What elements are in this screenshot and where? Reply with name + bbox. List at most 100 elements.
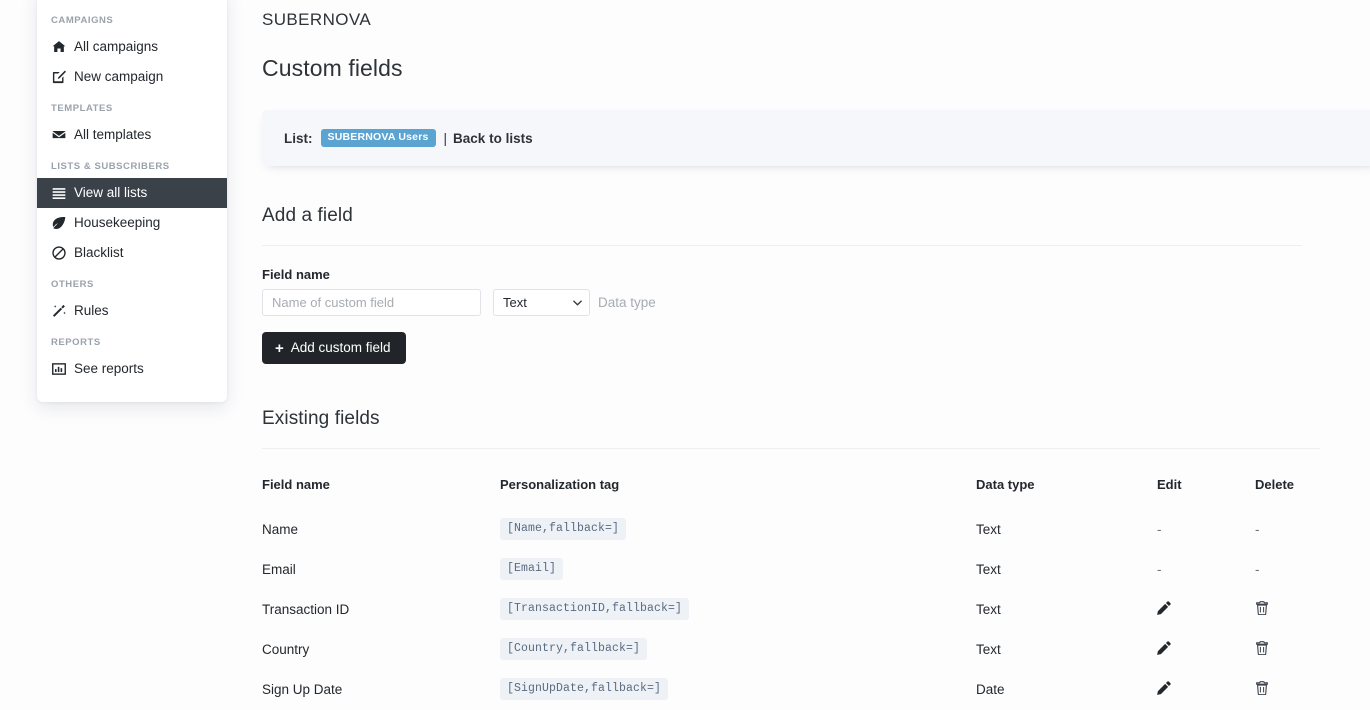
- sidebar-item-new-campaign[interactable]: New campaign: [37, 62, 227, 92]
- magic-wand-icon: [51, 304, 66, 318]
- pencil-icon: [1157, 640, 1171, 655]
- list-info-bar: List: SUBERNOVA Users | Back to lists: [262, 110, 1370, 166]
- leaf-icon: [51, 216, 66, 230]
- cell-personalization-tag: [Email]: [500, 549, 976, 589]
- cell-delete: -: [1255, 549, 1320, 589]
- add-custom-field-label: Add custom field: [290, 340, 391, 355]
- cell-field-name: Email: [262, 561, 296, 577]
- list-label: List:: [284, 130, 313, 146]
- edit-field-button[interactable]: [1157, 600, 1171, 615]
- cell-personalization-tag: [SignUpDate,fallback=]: [500, 669, 976, 709]
- cell-data-type: Date: [976, 681, 1005, 697]
- cell-field-name: Country: [262, 641, 310, 657]
- add-field-section: Add a field Field name TextDateNumber Da…: [262, 205, 1302, 364]
- edit-field-button[interactable]: [1157, 640, 1171, 655]
- edit-placeholder: -: [1157, 521, 1162, 537]
- cell-personalization-tag: [Country,fallback=]: [500, 629, 976, 669]
- table-row: Sign Up Date [SignUpDate,fallback=] Date: [262, 669, 1320, 709]
- add-field-form-row: TextDateNumber Data type: [262, 289, 1302, 316]
- list-icon: [51, 186, 66, 200]
- sidebar-item-label: All templates: [74, 127, 152, 142]
- cell-delete: -: [1255, 509, 1320, 549]
- cell-personalization-tag: [Name,fallback=]: [500, 509, 976, 549]
- envelope-icon: [51, 128, 66, 142]
- cell-field-name: Sign Up Date: [262, 681, 343, 697]
- app-title: SUBERNOVA: [262, 10, 372, 29]
- column-header-delete: Delete: [1255, 477, 1295, 492]
- cell-personalization-tag: [TransactionID,fallback=]: [500, 589, 976, 629]
- list-badge[interactable]: SUBERNOVA Users: [320, 129, 436, 147]
- sidebar-item-view-all-lists[interactable]: View all lists: [37, 178, 227, 208]
- cell-delete: [1255, 589, 1320, 629]
- personalization-tag-chip[interactable]: [Country,fallback=]: [500, 638, 648, 660]
- sidebar-section-title: OTHERS: [51, 279, 94, 290]
- cell-edit: [1157, 589, 1255, 629]
- delete-field-button[interactable]: [1255, 680, 1269, 695]
- column-header-data-type: Data type: [976, 477, 1035, 492]
- delete-field-button[interactable]: [1255, 600, 1269, 615]
- add-field-divider: [262, 245, 1302, 246]
- column-header-edit: Edit: [1157, 477, 1182, 492]
- cell-delete: [1255, 629, 1320, 669]
- sidebar-item-housekeeping[interactable]: Housekeeping: [37, 208, 227, 238]
- back-to-lists-link[interactable]: Back to lists: [453, 131, 533, 146]
- cell-delete: [1255, 669, 1320, 709]
- cell-data-type: Text: [976, 601, 1001, 617]
- personalization-tag-chip[interactable]: [SignUpDate,fallback=]: [500, 678, 669, 700]
- delete-field-button[interactable]: [1255, 640, 1269, 655]
- sidebar-item-label: View all lists: [74, 185, 148, 200]
- trash-icon: [1255, 680, 1269, 695]
- plus-icon: +: [275, 339, 284, 357]
- table-row: Name [Name,fallback=] Text - -: [262, 509, 1320, 549]
- sidebar-section-title: LISTS & SUBSCRIBERS: [51, 161, 170, 172]
- sidebar-section-title: CAMPAIGNS: [51, 15, 114, 26]
- data-type-select-wrap: TextDateNumber: [493, 289, 590, 316]
- sidebar-item-label: All campaigns: [74, 39, 159, 54]
- sidebar: CAMPAIGNS All campaigns New campaign TEMPLA…: [37, 0, 227, 402]
- trash-icon: [1255, 640, 1269, 655]
- home-icon: [51, 40, 66, 54]
- main-content: SUBERNOVA Custom fields List: SUBERNOVA …: [262, 0, 1370, 710]
- edit-placeholder: -: [1157, 561, 1162, 577]
- sidebar-item-label: See reports: [74, 361, 144, 376]
- cell-edit: -: [1157, 549, 1255, 589]
- cell-data-type: Text: [976, 641, 1001, 657]
- bar-chart-icon: [51, 362, 66, 376]
- field-name-input[interactable]: [262, 289, 481, 316]
- ban-icon: [51, 246, 66, 260]
- column-header-field-name: Field name: [262, 477, 330, 492]
- personalization-tag-chip[interactable]: [TransactionID,fallback=]: [500, 598, 690, 620]
- cell-edit: -: [1157, 509, 1255, 549]
- add-custom-field-button[interactable]: + Add custom field: [262, 332, 406, 364]
- sidebar-item-label: Rules: [74, 303, 109, 318]
- sidebar-item-all-templates[interactable]: All templates: [37, 120, 227, 150]
- table-row: Country [Country,fallback=] Text: [262, 629, 1320, 669]
- table-body: Name [Name,fallback=] Text - - Email [Email] Te…: [262, 509, 1320, 709]
- sidebar-item-label: New campaign: [74, 69, 164, 84]
- edit-field-button[interactable]: [1157, 680, 1171, 695]
- personalization-tag-chip[interactable]: [Email]: [500, 558, 564, 580]
- sidebar-item-rules[interactable]: Rules: [37, 296, 227, 326]
- sidebar-section-title: REPORTS: [51, 337, 101, 348]
- sidebar-item-label: Housekeeping: [74, 215, 161, 230]
- table-header-row: Field name Personalization tag Data type…: [262, 471, 1320, 509]
- column-header-tag: Personalization tag: [500, 477, 620, 492]
- cell-field-name: Transaction ID: [262, 601, 350, 617]
- table-row: Transaction ID [TransactionID,fallback=] T…: [262, 589, 1320, 629]
- cell-data-type: Text: [976, 561, 1001, 577]
- sidebar-item-see-reports[interactable]: See reports: [37, 354, 227, 384]
- cell-data-type: Text: [976, 521, 1001, 537]
- sidebar-item-all-campaigns[interactable]: All campaigns: [37, 32, 227, 62]
- delete-placeholder: -: [1255, 561, 1260, 577]
- data-type-select[interactable]: TextDateNumber: [493, 289, 590, 316]
- table-row: Email [Email] Text - -: [262, 549, 1320, 589]
- existing-fields-table: Field name Personalization tag Data type…: [262, 471, 1320, 709]
- personalization-tag-chip[interactable]: [Name,fallback=]: [500, 518, 627, 540]
- sidebar-item-blacklist[interactable]: Blacklist: [37, 238, 227, 268]
- cell-edit: [1157, 629, 1255, 669]
- delete-placeholder: -: [1255, 521, 1260, 537]
- existing-fields-heading: Existing fields: [262, 408, 380, 429]
- cell-edit: [1157, 669, 1255, 709]
- data-type-hint: Data type: [598, 295, 656, 310]
- page-title: Custom fields: [262, 55, 403, 81]
